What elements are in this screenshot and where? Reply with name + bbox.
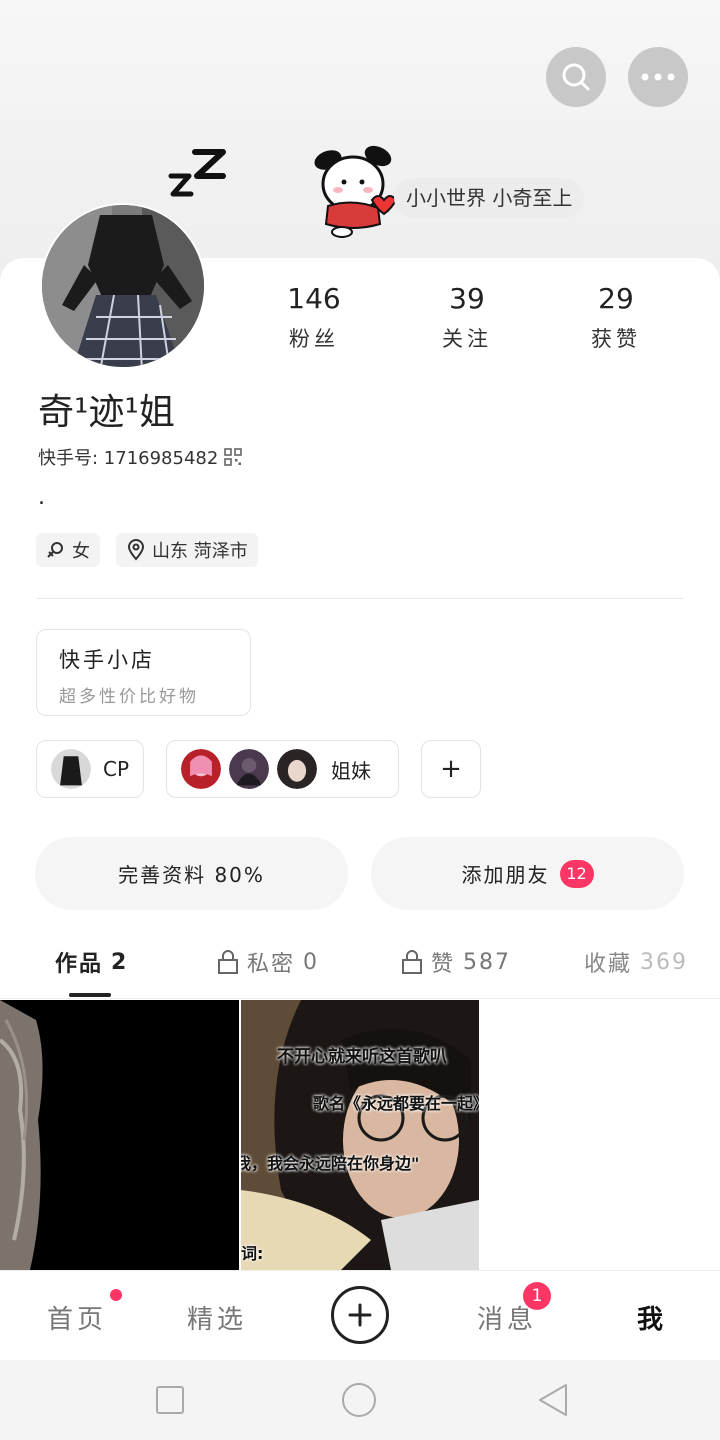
more-icon xyxy=(641,73,675,81)
post-2-caption-line-1: 不开心就来听这首歌叭 xyxy=(277,1047,447,1067)
tab-works-count: 2 xyxy=(111,949,129,975)
tab-works[interactable]: 作品 2 xyxy=(55,946,128,978)
more-button[interactable] xyxy=(628,47,688,107)
nav-home[interactable]: 首页 xyxy=(47,1299,107,1336)
nav-featured[interactable]: 精选 xyxy=(187,1299,247,1336)
create-post-button[interactable] xyxy=(331,1286,389,1344)
cp-label: CP xyxy=(103,757,130,781)
active-tab-indicator xyxy=(69,993,111,997)
nickname: 奇¹迹¹姐 xyxy=(38,392,175,433)
gender-text: 女 xyxy=(72,541,90,562)
system-navigation-bar xyxy=(0,1360,720,1440)
cp-relation[interactable]: CP xyxy=(36,740,144,798)
add-friend-label: 添加朋友 xyxy=(461,863,550,887)
nav-me[interactable]: 我 xyxy=(637,1299,667,1336)
post-2-caption-line-3: 我，我会永远陪在你身边" xyxy=(241,1154,420,1173)
stat-likes[interactable]: 29 获赞 xyxy=(556,282,676,353)
followers-count: 146 xyxy=(287,282,341,315)
tab-favorites[interactable]: 收藏 369 xyxy=(584,946,688,978)
tab-private[interactable]: 私密 0 xyxy=(217,946,319,978)
likes-count: 29 xyxy=(598,282,634,315)
lock-icon xyxy=(402,950,422,974)
home-circle-icon[interactable] xyxy=(341,1382,377,1418)
likes-label: 获赞 xyxy=(591,327,641,351)
complete-profile-button[interactable]: 完善资料 80% xyxy=(35,837,348,910)
tab-works-label: 作品 xyxy=(55,952,104,977)
divider xyxy=(36,598,684,599)
search-button[interactable] xyxy=(546,47,606,107)
following-count: 39 xyxy=(449,282,485,315)
qr-code-icon[interactable] xyxy=(224,448,243,466)
tab-favorites-count: 369 xyxy=(640,949,689,975)
stat-followers[interactable]: 146 粉丝 xyxy=(254,282,374,353)
bio: . xyxy=(38,485,45,510)
post-1-image xyxy=(0,1000,239,1270)
add-relation-button[interactable]: + xyxy=(421,740,481,798)
sister-avatar-1 xyxy=(179,747,223,791)
bottom-navigation: 首页 精选 消息 1 我 xyxy=(0,1270,720,1360)
search-icon xyxy=(562,63,590,91)
shop-title: 快手小店 xyxy=(59,648,155,672)
post-2-caption-line-2: 歌名《永远都要在一起》0 xyxy=(313,1094,479,1113)
tab-favorites-label: 收藏 xyxy=(584,952,633,977)
user-id-text: 快手号: 1716985482 xyxy=(38,448,219,469)
add-friend-button[interactable]: 添加朋友 12 xyxy=(371,837,684,910)
plus-icon xyxy=(348,1303,372,1327)
mascot-sticker xyxy=(314,145,398,238)
recent-apps-icon[interactable] xyxy=(155,1385,185,1415)
complete-profile-label: 完善资料 80% xyxy=(118,863,265,887)
location-pin-icon xyxy=(127,539,145,561)
post-2-caption-line-4: 词: xyxy=(241,1244,264,1263)
stat-following[interactable]: 39 关注 xyxy=(407,282,527,353)
home-notification-dot xyxy=(110,1289,122,1301)
location-tag: 山东 菏泽市 xyxy=(116,533,258,567)
sisters-label: 姐妹 xyxy=(331,758,371,783)
following-label: 关注 xyxy=(442,327,492,351)
tab-private-label: 私密 xyxy=(247,952,296,977)
back-triangle-icon[interactable] xyxy=(536,1382,570,1418)
tab-liked-count: 587 xyxy=(463,949,512,975)
tab-private-count: 0 xyxy=(303,949,320,975)
messages-badge: 1 xyxy=(523,1282,551,1310)
signature-bubble: 小小世界 小奇至上 xyxy=(394,178,585,218)
sisters-relation[interactable]: 姐妹 xyxy=(166,740,399,798)
location-text: 山东 菏泽市 xyxy=(152,541,248,562)
kwai-shop-card[interactable]: 快手小店 超多性价比好物 xyxy=(36,629,251,716)
sister-avatar-2 xyxy=(227,747,271,791)
lock-icon xyxy=(218,950,238,974)
sleep-zzz-icon xyxy=(168,149,226,197)
shop-subtitle: 超多性价比好物 xyxy=(59,687,199,707)
post-2-image xyxy=(241,1000,479,1270)
tab-liked-label: 赞 xyxy=(431,952,456,977)
tab-liked[interactable]: 赞 587 xyxy=(401,946,511,978)
add-friend-badge: 12 xyxy=(559,859,594,888)
avatar[interactable] xyxy=(40,203,206,369)
post-thumbnail-1[interactable] xyxy=(0,1000,239,1270)
female-icon xyxy=(47,542,63,558)
user-id[interactable]: 快手号: 1716985482 xyxy=(38,444,243,470)
post-thumbnail-2[interactable]: 不开心就来听这首歌叭 歌名《永远都要在一起》0 我，我会永远陪在你身边" 词: xyxy=(241,1000,479,1270)
tabs-divider xyxy=(0,998,720,999)
followers-label: 粉丝 xyxy=(289,327,339,351)
plus-icon: + xyxy=(440,754,462,784)
gender-tag: 女 xyxy=(36,533,100,567)
cp-avatar xyxy=(49,747,93,791)
sister-avatar-3 xyxy=(275,747,319,791)
